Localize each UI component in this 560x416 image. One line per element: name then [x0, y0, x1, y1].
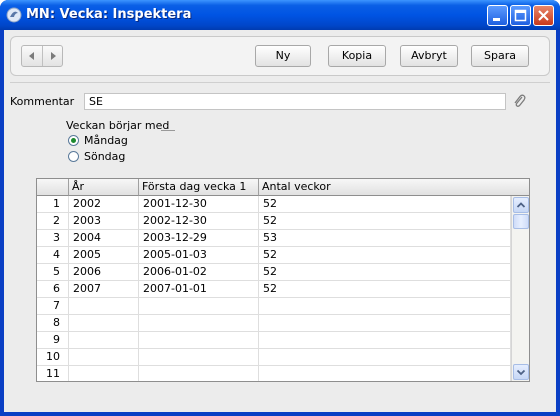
table-row: 1 2002 2001-12-30 52 — [37, 196, 511, 213]
weeks-cell[interactable] — [259, 366, 511, 381]
first-day-cell[interactable]: 2006-01-02 — [139, 264, 259, 281]
weeks-column-header[interactable]: Antal veckor — [259, 179, 529, 196]
save-button[interactable]: Spara — [471, 45, 529, 67]
row-number-cell: 3 — [37, 230, 69, 247]
label-underline — [161, 130, 175, 131]
row-number-header — [37, 179, 69, 196]
table-row: 11 — [37, 366, 511, 381]
row-number-cell: 1 — [37, 196, 69, 213]
close-icon — [538, 10, 549, 21]
year-cell[interactable] — [69, 366, 139, 381]
year-cell[interactable]: 2003 — [69, 213, 139, 230]
copy-button[interactable]: Kopia — [328, 45, 386, 67]
scroll-up-button[interactable] — [513, 197, 529, 213]
arrow-left-icon — [29, 52, 34, 60]
weeks-table: År Första dag vecka 1 Antal veckor 1 2002… — [36, 178, 530, 382]
first-day-cell[interactable] — [139, 349, 259, 366]
maximize-icon — [514, 9, 527, 22]
table-row: 5 2006 2006-01-02 52 — [37, 264, 511, 281]
weeks-cell[interactable]: 52 — [259, 264, 511, 281]
table-row: 7 — [37, 298, 511, 315]
app-icon — [6, 7, 22, 23]
row-number-cell: 6 — [37, 281, 69, 298]
year-cell[interactable] — [69, 332, 139, 349]
minimize-icon — [493, 18, 500, 21]
year-cell[interactable] — [69, 315, 139, 332]
first-day-cell[interactable]: 2002-12-30 — [139, 213, 259, 230]
cancel-button[interactable]: Avbryt — [400, 45, 458, 67]
weeks-cell[interactable] — [259, 298, 511, 315]
record-navigation — [21, 45, 63, 67]
title-bar[interactable]: MN: Vecka: Inspektera — [0, 0, 560, 30]
table-row: 3 2004 2003-12-29 53 — [37, 230, 511, 247]
sunday-label[interactable]: Söndag — [84, 150, 125, 163]
table-row: 6 2007 2007-01-01 52 — [37, 281, 511, 298]
arrow-right-icon — [51, 52, 56, 60]
chevron-up-icon — [516, 202, 526, 208]
weeks-cell[interactable] — [259, 332, 511, 349]
close-button[interactable] — [533, 5, 554, 26]
vertical-scrollbar[interactable] — [511, 196, 529, 381]
first-day-cell[interactable] — [139, 315, 259, 332]
year-cell[interactable]: 2002 — [69, 196, 139, 213]
previous-record-button[interactable] — [22, 46, 43, 66]
year-cell[interactable]: 2006 — [69, 264, 139, 281]
row-number-cell: 8 — [37, 315, 69, 332]
table-row: 4 2005 2005-01-03 52 — [37, 247, 511, 264]
first-day-cell[interactable]: 2007-01-01 — [139, 281, 259, 298]
row-number-cell: 9 — [37, 332, 69, 349]
window-content: Ny Kopia Avbryt Spara Kommentar SE Vecka… — [4, 30, 556, 412]
weeks-cell[interactable]: 52 — [259, 213, 511, 230]
next-record-button[interactable] — [43, 46, 63, 66]
week-start-label: Veckan börjar med — [66, 119, 170, 132]
first-day-column-header[interactable]: Första dag vecka 1 — [139, 179, 259, 196]
comment-field[interactable]: SE — [84, 93, 506, 110]
row-number-cell: 4 — [37, 247, 69, 264]
year-cell[interactable] — [69, 349, 139, 366]
toolbar: Ny Kopia Avbryt Spara — [10, 36, 550, 76]
monday-label[interactable]: Måndag — [84, 134, 128, 147]
first-day-cell[interactable]: 2001-12-30 — [139, 196, 259, 213]
weeks-cell[interactable] — [259, 349, 511, 366]
monday-radio[interactable] — [68, 135, 79, 146]
weeks-cell[interactable] — [259, 315, 511, 332]
paperclip-icon[interactable] — [512, 93, 526, 109]
scroll-down-button[interactable] — [513, 364, 529, 380]
maximize-button[interactable] — [510, 5, 531, 26]
row-number-cell: 5 — [37, 264, 69, 281]
radio-selected-dot — [71, 138, 76, 143]
window: MN: Vecka: Inspektera Ny Kopia Avbryt Sp… — [0, 0, 560, 416]
first-day-cell[interactable]: 2005-01-03 — [139, 247, 259, 264]
first-day-cell[interactable] — [139, 332, 259, 349]
weeks-cell[interactable]: 52 — [259, 247, 511, 264]
first-day-cell[interactable]: 2003-12-29 — [139, 230, 259, 247]
divider — [10, 82, 550, 83]
year-cell[interactable]: 2004 — [69, 230, 139, 247]
scroll-thumb[interactable] — [513, 214, 529, 229]
year-cell[interactable]: 2007 — [69, 281, 139, 298]
year-column-header[interactable]: År — [69, 179, 139, 196]
table-row: 9 — [37, 332, 511, 349]
row-number-cell: 10 — [37, 349, 69, 366]
chevron-down-icon — [516, 369, 526, 376]
table-row: 10 — [37, 349, 511, 366]
window-title: MN: Vecka: Inspektera — [26, 7, 192, 22]
first-day-cell[interactable] — [139, 366, 259, 381]
weeks-cell[interactable]: 53 — [259, 230, 511, 247]
year-cell[interactable] — [69, 298, 139, 315]
sunday-radio[interactable] — [68, 151, 79, 162]
comment-label: Kommentar — [10, 95, 75, 108]
weeks-cell[interactable]: 52 — [259, 281, 511, 298]
weeks-cell[interactable]: 52 — [259, 196, 511, 213]
row-number-cell: 7 — [37, 298, 69, 315]
first-day-cell[interactable] — [139, 298, 259, 315]
row-number-cell: 11 — [37, 366, 69, 381]
year-cell[interactable]: 2005 — [69, 247, 139, 264]
table-row: 2 2003 2002-12-30 52 — [37, 213, 511, 230]
table-row: 8 — [37, 315, 511, 332]
minimize-button[interactable] — [487, 5, 508, 26]
new-button[interactable]: Ny — [255, 45, 311, 67]
row-number-cell: 2 — [37, 213, 69, 230]
